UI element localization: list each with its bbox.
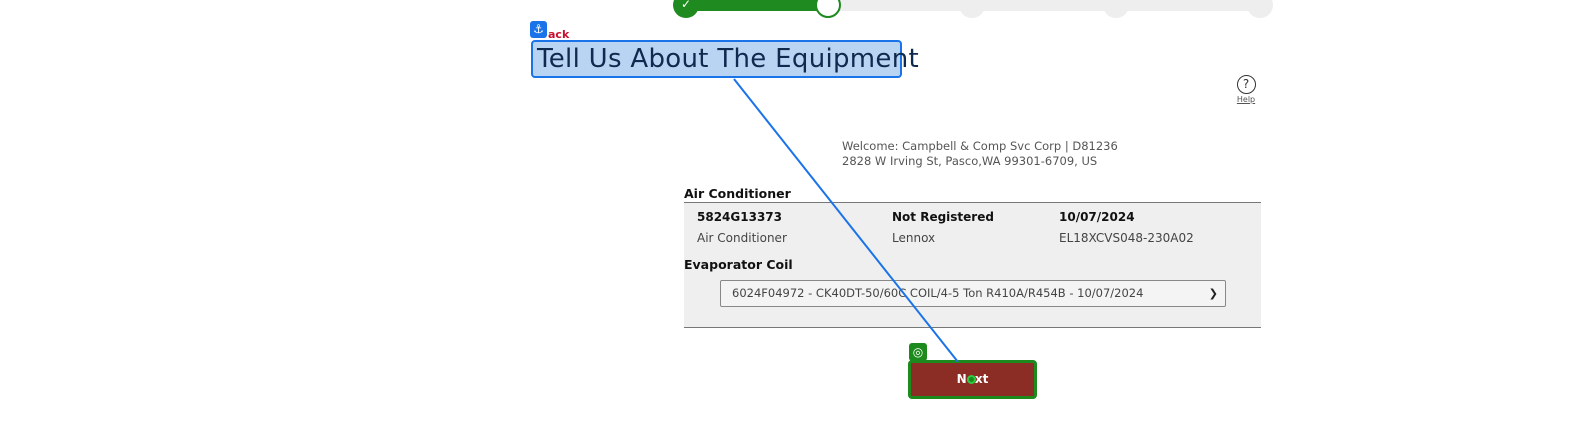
step-3 [959,0,985,18]
step-5 [1247,0,1273,18]
ac-brand: Lennox [892,231,936,245]
help-button[interactable]: ? Help [1232,75,1260,104]
welcome-info: Welcome: Campbell & Comp Svc Corp | D812… [842,139,1118,169]
evaporator-coil-selected: 6024F04972 - CK40DT-50/60C COIL/4-5 Ton … [732,286,1144,300]
ac-model: EL18XCVS048-230A02 [1059,231,1194,245]
step-1-complete-icon: ✓ [673,0,699,18]
ac-registration-status: Not Registered [892,210,994,224]
click-point-marker [967,375,976,384]
anchor-icon: ⚓ [530,21,547,38]
evaporator-coil-heading: Evaporator Coil [684,257,793,272]
ac-serial: 5824G13373 [697,210,782,224]
help-label: Help [1236,95,1256,104]
address-line: 2828 W Irving St, Pasco,WA 99301-6709, U… [842,154,1098,168]
ac-type: Air Conditioner [697,231,787,245]
ac-date: 10/07/2024 [1059,210,1135,224]
target-icon: ◎ [909,343,927,361]
progress-fill [686,0,828,11]
air-conditioner-heading: Air Conditioner [684,186,791,201]
title-highlight: Tell Us About The Equipment [531,40,919,78]
progress-tracker: ✓ [673,0,1273,20]
chevron-down-icon: ❯ [1208,287,1218,300]
next-button[interactable]: Next [909,361,1036,398]
evaporator-coil-select[interactable]: 6024F04972 - CK40DT-50/60C COIL/4-5 Ton … [720,280,1226,307]
help-icon: ? [1236,75,1256,94]
step-2-current [815,0,841,18]
welcome-line: Welcome: Campbell & Comp Svc Corp | D812… [842,139,1118,153]
step-4 [1103,0,1129,18]
page-title: Tell Us About The Equipment [537,44,920,74]
